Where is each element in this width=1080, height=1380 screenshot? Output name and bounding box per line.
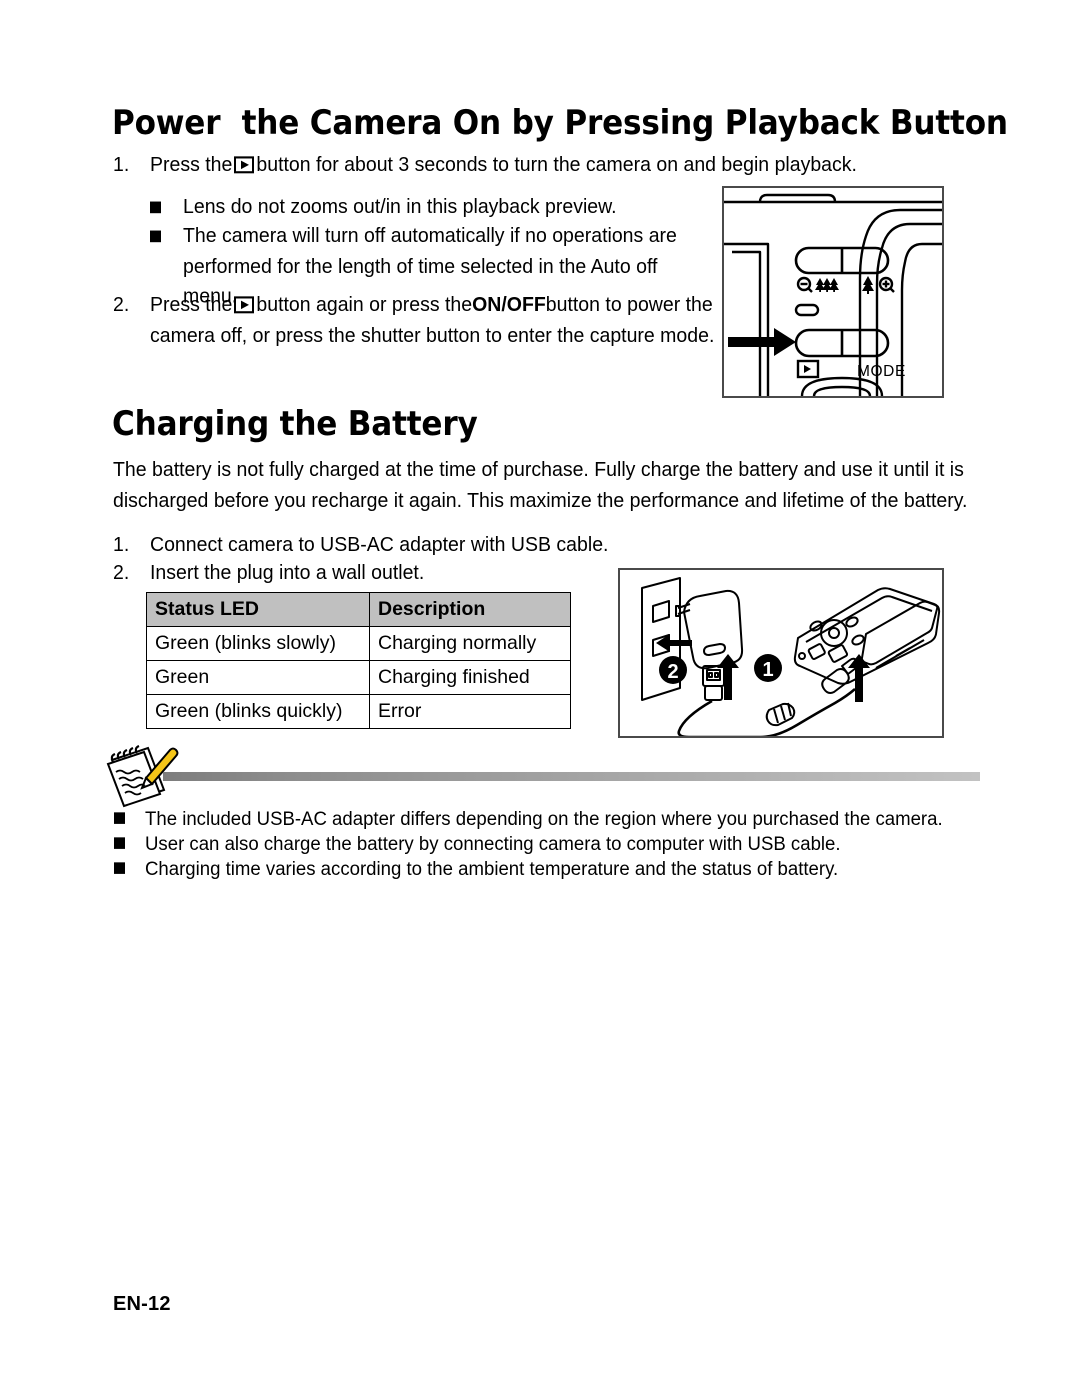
svg-text:2: 2 [667,661,678,683]
callout-2: 2 [659,656,687,684]
charging-setup-svg: 1 2 [641,577,941,736]
section-title-charging-battery: Charging the Battery [112,405,478,445]
wide-angle-icon [815,278,839,292]
camera-back-svg: MODE [724,193,942,396]
square-bullet-icon [114,812,125,824]
ferrite-bead [765,702,796,727]
square-bullet-icon [150,230,161,243]
step-number: 2. [113,293,130,317]
step-text: Connect camera to USB-AC adapter with US… [150,533,609,557]
table-row: Green (blinks slowly) Charging normally [146,626,571,661]
note-text: User can also charge the battery by conn… [145,832,841,855]
zoom-icon-row [796,276,895,294]
zoom-in-icon [878,276,895,293]
step-number: 2. [113,561,130,585]
step-number: 1. [113,153,130,177]
note-text: Charging time varies according to the am… [145,857,839,880]
square-bullet-icon [150,201,161,214]
mode-rocker [794,328,890,358]
bullet-text: Lens do not zooms out/in in this playbac… [183,195,617,219]
status-led [794,303,820,317]
playback-icon [796,359,820,379]
page-footer: EN-12 [113,1293,171,1315]
pointer-arrow [728,328,796,356]
callout-1: 1 [754,654,782,682]
note-text: The included USB-AC adapter differs depe… [145,807,943,830]
usb-ac-charging-diagram: 1 2 [618,568,944,738]
playback-step-1: 1. Press the button for about 3 seconds t… [113,150,973,180]
note-item-3: Charging time varies according to the am… [114,855,994,881]
cell-status-led: Green (blinks slowly) [146,626,370,661]
step2-part1: Press the [150,293,233,317]
square-bullet-icon [114,837,125,849]
table-row: Green Charging finished [146,660,571,695]
cell-description: Charging normally [369,626,571,661]
table-row: Green (blinks quickly) Error [146,694,571,729]
square-bullet-icon [114,862,125,874]
zoom-rocker [794,246,890,275]
camera-back-controls-diagram: MODE [722,186,944,398]
step2-part2: button again or press the [256,293,473,317]
cell-status-led: Green [146,660,370,695]
manual-page: Power the Camera On by Pressing Playback… [0,0,1080,1380]
cell-description: Error [369,694,571,729]
step1-text-before: Press the [150,153,233,177]
mode-label: MODE [857,363,906,380]
note-divider-bar [163,772,980,781]
zoom-out-icon [796,276,813,293]
svg-text:1: 1 [762,659,773,681]
step-text: Press the button for about 3 seconds to t… [150,150,973,180]
camera [793,587,941,685]
playback-icon [234,296,255,314]
column-header-description: Description [369,592,571,627]
cell-status-led: Green (blinks quickly) [146,694,370,729]
status-led-table: Status LED Description Green (blinks slo… [146,592,571,729]
step1-text-after: button for about 3 seconds to turn the c… [256,153,857,177]
charging-step-1: 1. Connect camera to USB-AC adapter with… [113,530,713,560]
step-number: 1. [113,533,130,557]
note-item-2: User can also charge the battery by conn… [114,830,994,856]
playback-bullet-1: Lens do not zooms out/in in this playbac… [150,192,710,222]
playback-icon [234,156,255,174]
column-header-status-led: Status LED [146,592,370,627]
onoff-emphasis: ON/OFF [472,293,546,317]
table-header-row: Status LED Description [146,592,571,627]
playback-step-2: 2. Press the button again or press theON/… [113,290,728,351]
step-text: Press the button again or press theON/OFF… [150,290,728,351]
page-title-power-on: Power the Camera On by Pressing Playback… [112,104,1008,144]
cell-description: Charging finished [369,660,571,695]
note-item-1: The included USB-AC adapter differs depe… [114,805,994,831]
tele-icon [862,276,874,294]
charging-intro-paragraph: The battery is not fully charged at the … [113,458,968,512]
